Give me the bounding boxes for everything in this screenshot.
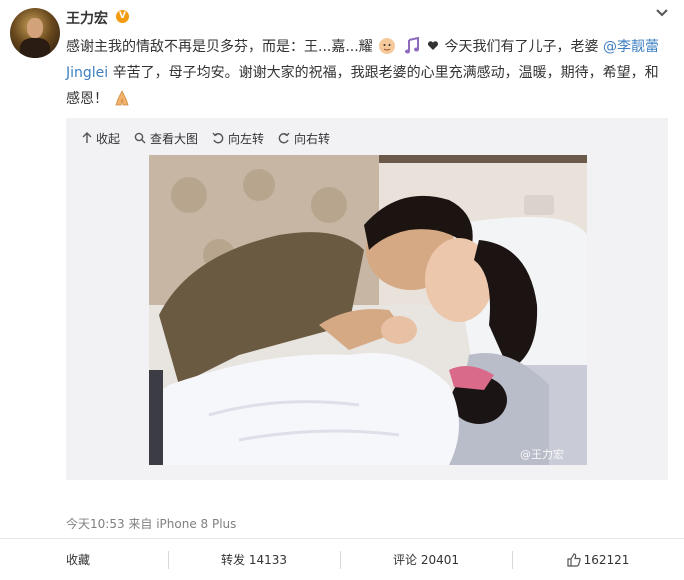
like-count: 162121 — [583, 552, 630, 567]
photo-watermark: @王力宏 — [520, 448, 564, 461]
search-icon — [134, 132, 146, 144]
image-toolbar: 收起 查看大图 向左转 向右转 — [82, 128, 344, 148]
favorite-label: 收藏 — [66, 553, 91, 567]
user-name[interactable]: 王力宏 — [66, 8, 108, 28]
praying-hands-icon — [115, 90, 130, 106]
like-button[interactable]: 162121 — [512, 539, 684, 580]
rotate-left-icon — [212, 132, 224, 144]
comment-button[interactable]: 评论 20401 — [340, 539, 512, 580]
rotate-left-button[interactable]: 向左转 — [212, 128, 264, 148]
arrow-up-icon — [82, 132, 92, 143]
rotate-left-label: 向左转 — [228, 131, 265, 146]
rotate-right-label: 向右转 — [294, 131, 331, 146]
post-text-part-1: 感谢主我的情敌不再是贝多芬，而是：王...嘉...耀 — [66, 39, 373, 55]
post-text-part-2: 今天我们有了儿子，老婆 — [444, 39, 599, 55]
chevron-down-icon[interactable] — [654, 6, 670, 20]
comment-label: 评论 20401 — [393, 553, 459, 567]
verified-badge-icon: V — [116, 10, 129, 23]
heart-icon — [428, 41, 439, 50]
baby-emoji-icon — [379, 38, 396, 54]
repost-button[interactable]: 转发 14133 — [168, 539, 340, 580]
photo-illustration — [149, 155, 587, 465]
post-text-part-3: 辛苦了，母子均安。谢谢大家的祝福，我跟老婆的心里充满感动，温暖，期待，希望，和感… — [66, 65, 659, 107]
action-bar: 收藏 转发 14133 评论 20401 162121 — [0, 538, 684, 580]
post-meta: 今天10:53 来自 iPhone 8 Plus — [66, 517, 237, 531]
collapse-button[interactable]: 收起 — [82, 128, 120, 148]
post-photo[interactable] — [149, 155, 587, 465]
post-text: 感谢主我的情敌不再是贝多芬，而是：王...嘉...耀 今天我们有了儿子，老婆 @… — [66, 34, 666, 112]
rotate-right-button[interactable]: 向右转 — [278, 128, 330, 148]
rotate-right-icon — [278, 132, 290, 144]
avatar[interactable] — [10, 8, 60, 58]
avatar-figure-face — [27, 18, 43, 38]
repost-label: 转发 14133 — [221, 553, 287, 567]
collapse-label: 收起 — [96, 131, 121, 146]
music-note-icon — [404, 37, 419, 54]
view-large-label: 查看大图 — [150, 131, 199, 146]
view-large-button[interactable]: 查看大图 — [134, 128, 198, 148]
thumbs-up-icon — [566, 552, 581, 567]
favorite-button[interactable]: 收藏 — [0, 539, 168, 580]
avatar-figure-body — [20, 38, 50, 58]
